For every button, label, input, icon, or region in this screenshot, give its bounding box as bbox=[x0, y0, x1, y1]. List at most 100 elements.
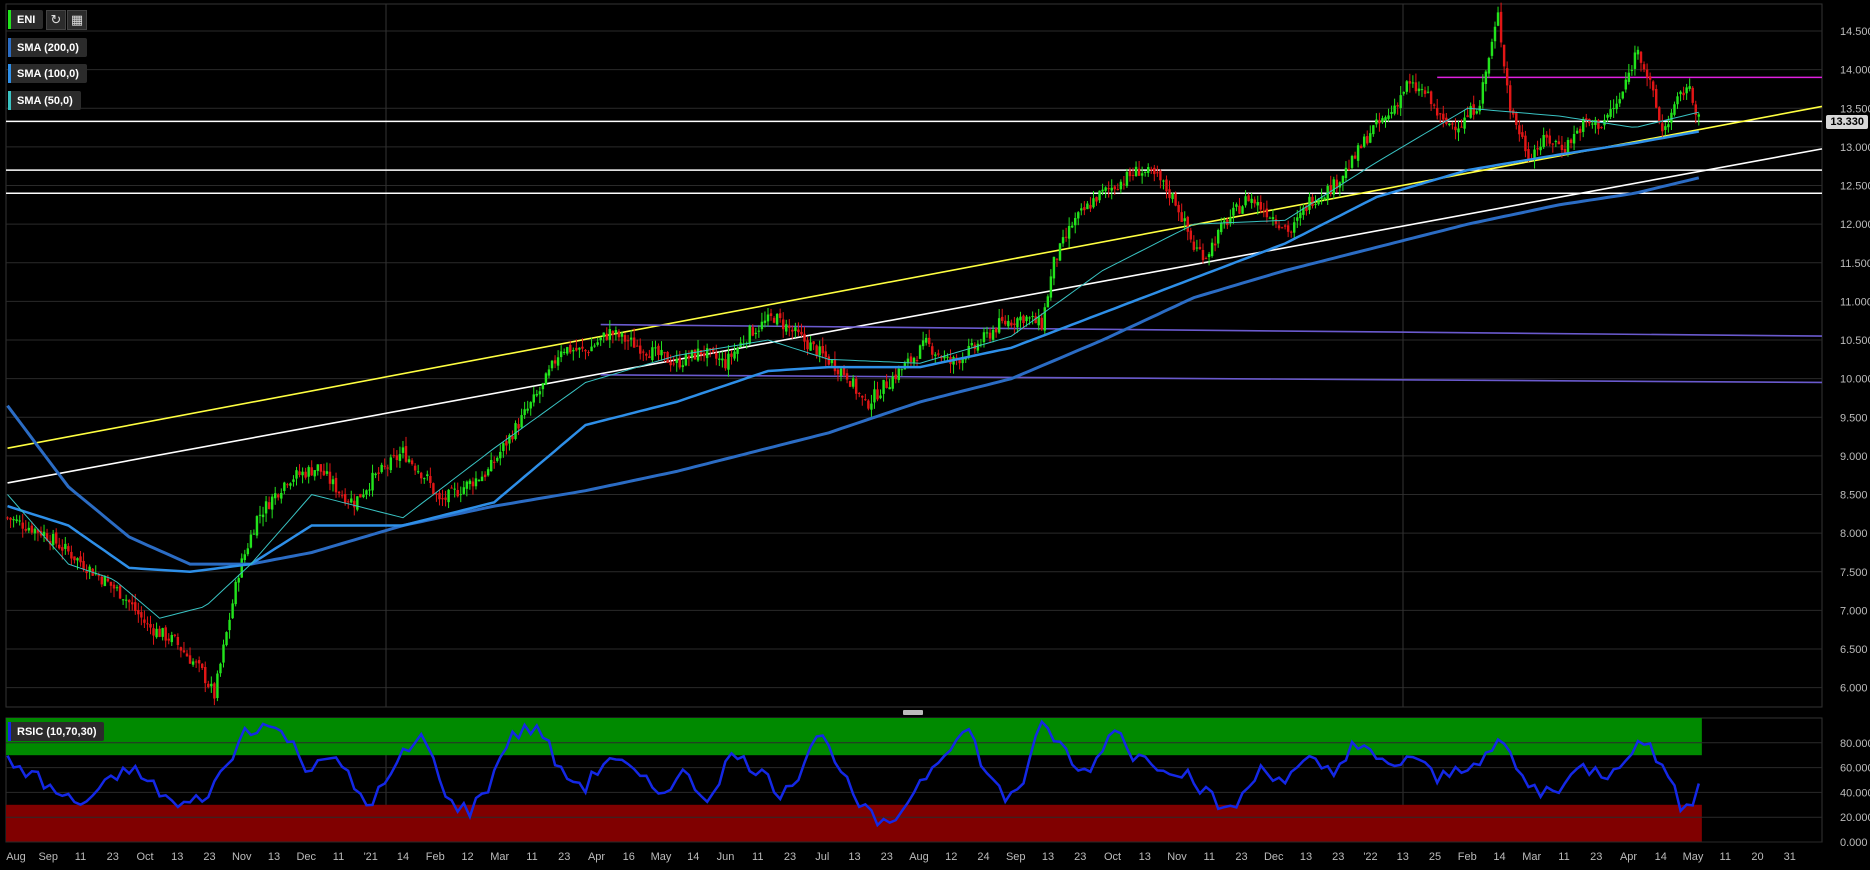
rsi-legend[interactable]: RSIC (10,70,30) bbox=[8, 722, 105, 741]
candle-body bbox=[1080, 208, 1083, 211]
candle-body bbox=[1198, 246, 1202, 250]
candle-body bbox=[1575, 130, 1579, 134]
candle-body bbox=[1043, 307, 1047, 331]
candle-body bbox=[867, 400, 870, 409]
x-tick-label: 14 bbox=[1655, 851, 1667, 863]
candle-body bbox=[818, 346, 821, 356]
candle-body bbox=[61, 547, 64, 551]
candle-body bbox=[462, 487, 466, 494]
candle-body bbox=[924, 337, 928, 343]
candle-body bbox=[629, 337, 633, 340]
candle-body bbox=[1061, 237, 1065, 244]
candle-body bbox=[499, 451, 502, 459]
candle-body bbox=[170, 635, 173, 643]
candle-body bbox=[1362, 136, 1366, 147]
rsi-tick-label: 60.000 bbox=[1840, 763, 1870, 775]
candle-body bbox=[64, 543, 67, 549]
candle-body bbox=[252, 533, 256, 535]
candle-body bbox=[115, 587, 119, 589]
candle-body bbox=[465, 481, 469, 489]
candle-body bbox=[1545, 134, 1548, 138]
candle-body bbox=[1143, 171, 1147, 173]
candle-body bbox=[1481, 82, 1485, 104]
x-tick-label: Feb bbox=[1458, 851, 1477, 863]
x-tick-label: 23 bbox=[203, 851, 215, 863]
sma100-legend[interactable]: SMA (100,0) bbox=[8, 64, 87, 83]
sma200-label: SMA (200,0) bbox=[17, 41, 79, 54]
candle-body bbox=[1505, 68, 1509, 86]
candle-body bbox=[851, 378, 855, 387]
candle-body bbox=[1147, 167, 1150, 173]
candle-body bbox=[1606, 114, 1609, 118]
price-tick-label: 7.500 bbox=[1840, 567, 1868, 579]
candle-body bbox=[368, 489, 371, 491]
candle-body bbox=[1396, 105, 1399, 107]
candle-body bbox=[1098, 190, 1101, 201]
candle-body bbox=[313, 470, 316, 477]
candle-body bbox=[398, 454, 402, 461]
candle-body bbox=[562, 351, 566, 353]
candle-body bbox=[1150, 169, 1153, 171]
candle-body bbox=[197, 660, 201, 664]
candle-body bbox=[821, 346, 824, 354]
candle-body bbox=[1347, 168, 1351, 170]
candle-body bbox=[97, 575, 100, 577]
candle-body bbox=[58, 544, 61, 549]
candle-body bbox=[1627, 72, 1631, 82]
candle-body bbox=[699, 349, 703, 355]
candle-body bbox=[1515, 112, 1518, 125]
x-tick-label: Nov bbox=[1167, 851, 1187, 863]
candle-body bbox=[1074, 218, 1077, 226]
candle-body bbox=[809, 342, 812, 351]
candle-body bbox=[1639, 51, 1643, 63]
candle-body bbox=[1454, 126, 1457, 131]
candle-body bbox=[1563, 149, 1567, 153]
pane-splitter[interactable] bbox=[903, 710, 923, 715]
price-tick-label: 11.000 bbox=[1840, 296, 1870, 308]
candle-body bbox=[1140, 173, 1144, 176]
candle-body bbox=[1359, 145, 1363, 149]
candle-body bbox=[715, 352, 718, 359]
rsi-overbought-zone bbox=[6, 718, 1702, 756]
candle-body bbox=[140, 612, 143, 618]
rsi-tick-label: 80.000 bbox=[1840, 738, 1870, 750]
candle-body bbox=[1615, 103, 1618, 110]
candle-body bbox=[602, 332, 605, 338]
candle-body bbox=[12, 519, 15, 521]
candle-body bbox=[1201, 250, 1205, 261]
candle-body bbox=[1110, 187, 1113, 191]
candle-body bbox=[359, 493, 362, 498]
candle-body bbox=[1156, 172, 1159, 174]
candle-body bbox=[73, 556, 76, 561]
candle-body bbox=[1366, 136, 1369, 144]
sma50-legend[interactable]: SMA (50,0) bbox=[8, 91, 81, 110]
sma50-swatch bbox=[8, 91, 11, 110]
candle-body bbox=[1591, 123, 1594, 125]
refresh-icon[interactable]: ↻ bbox=[46, 10, 66, 30]
candle-body bbox=[155, 628, 158, 638]
candle-body bbox=[264, 501, 268, 514]
x-tick-label: 11 bbox=[526, 851, 537, 863]
candle-body bbox=[179, 647, 183, 651]
candle-body bbox=[526, 408, 529, 411]
candle-body bbox=[459, 494, 462, 496]
x-tick-label: 23 bbox=[1590, 851, 1602, 863]
candle-body bbox=[207, 683, 210, 687]
candle-body bbox=[328, 471, 332, 484]
candle-body bbox=[718, 358, 721, 360]
x-tick-label: 13 bbox=[171, 851, 183, 863]
x-tick-label: '22 bbox=[1363, 851, 1377, 863]
candle-body bbox=[1658, 107, 1661, 122]
x-tick-label: 16 bbox=[623, 851, 635, 863]
candle-body bbox=[1648, 76, 1652, 80]
candle-body bbox=[1162, 180, 1165, 182]
calendar-icon[interactable]: ▦ bbox=[67, 10, 87, 30]
candle-body bbox=[511, 435, 514, 440]
candle-body bbox=[1390, 112, 1393, 114]
candle-body bbox=[1244, 196, 1247, 206]
sma200-legend[interactable]: SMA (200,0) bbox=[8, 38, 87, 57]
symbol-legend[interactable]: ENI bbox=[8, 10, 44, 29]
candle-body bbox=[200, 663, 204, 669]
candle-body bbox=[1384, 117, 1387, 121]
x-tick-label: 11 bbox=[1204, 851, 1215, 863]
